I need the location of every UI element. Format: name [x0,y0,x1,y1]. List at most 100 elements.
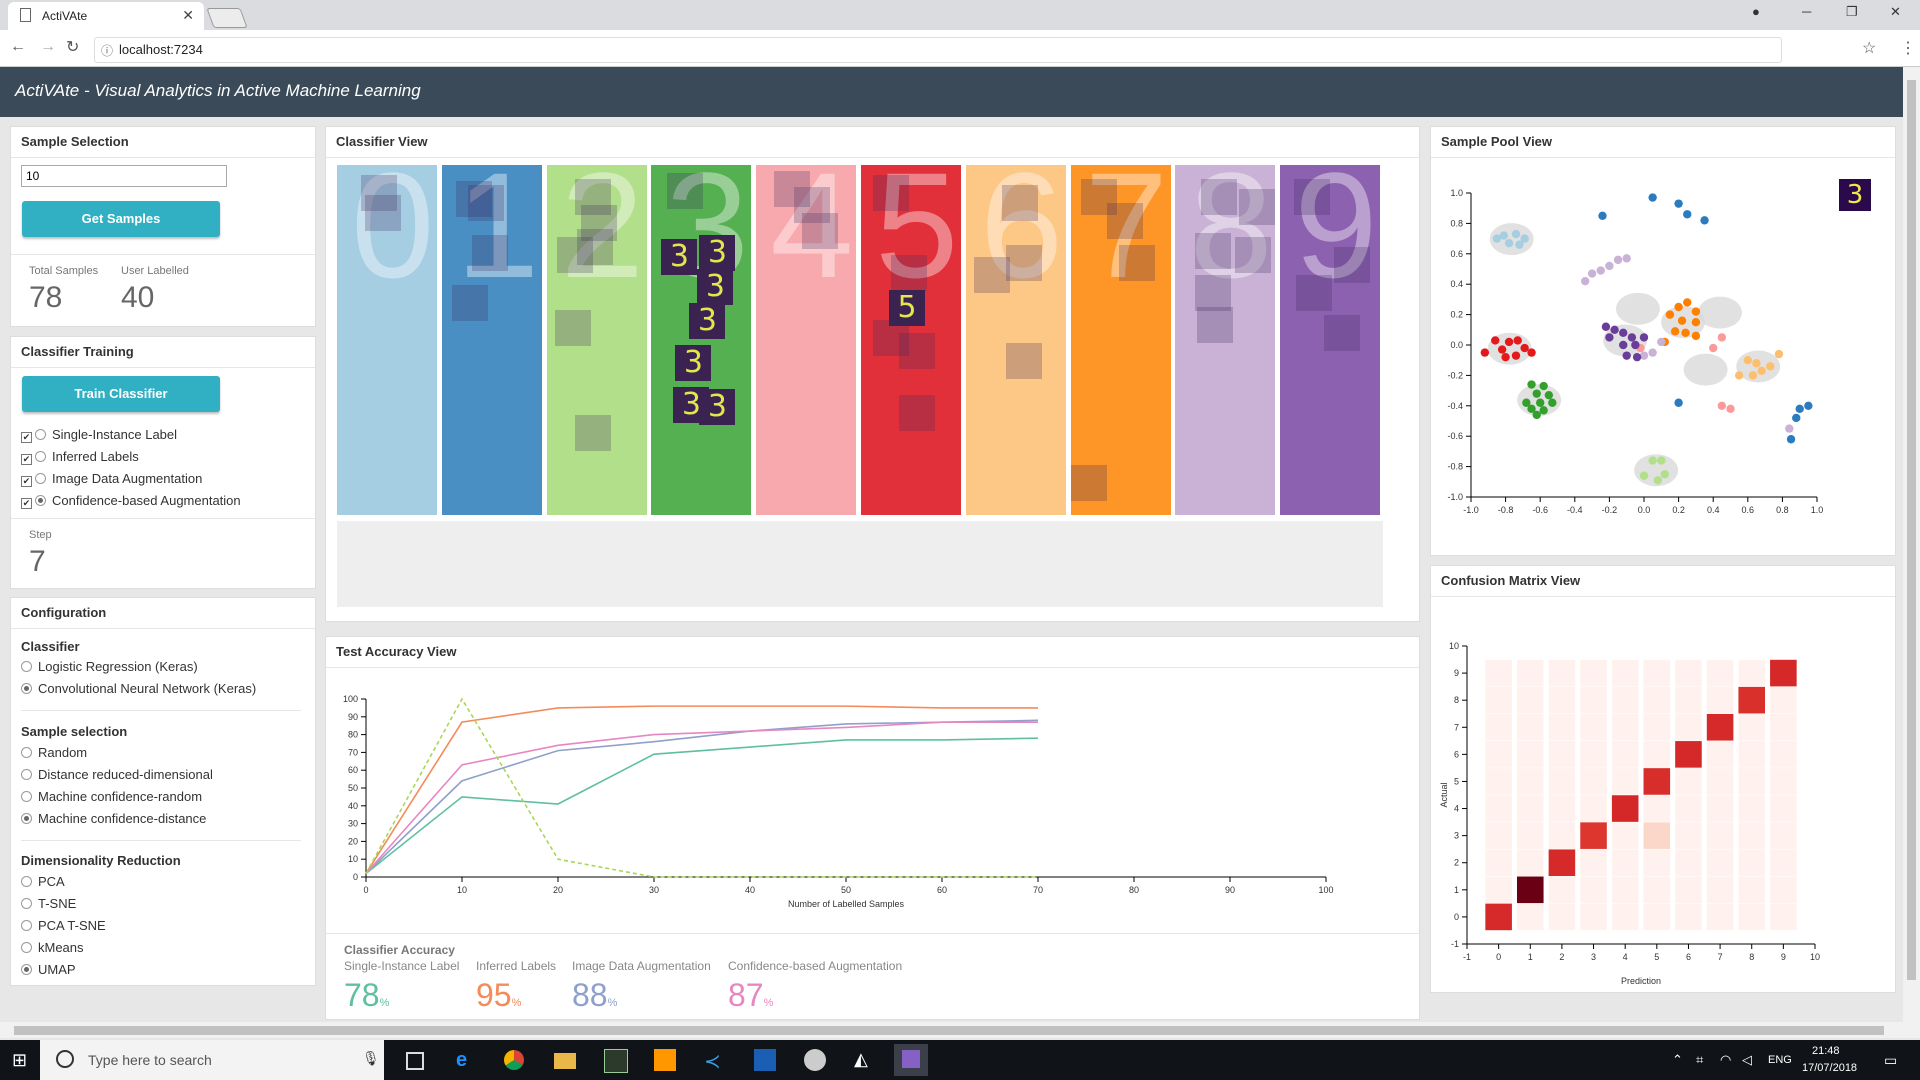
checkbox[interactable]: ✔ [21,454,32,465]
option-image-data-augmentation[interactable]: ✔ Image Data Augmentation [21,471,202,487]
vertical-scroll-thumb[interactable] [1907,80,1916,980]
option-kmeans[interactable]: kMeans [21,940,84,955]
sample-thumbnail[interactable] [973,257,1010,293]
radio-button[interactable] [21,942,32,953]
sample-thumbnail[interactable] [667,173,704,209]
file-explorer-icon[interactable] [554,1053,576,1069]
back-icon[interactable]: ← [10,38,26,56]
close-tab-icon[interactable]: ✕ [182,7,194,24]
sample-thumbnail[interactable]: 3 [697,269,734,305]
class-column-3[interactable]: 33333333 [651,150,752,515]
sample-thumbnail[interactable] [802,213,839,249]
option-convolutional-neural-network-keras[interactable]: Convolutional Neural Network (Keras) [21,681,256,696]
checkbox[interactable]: ✔ [21,432,32,443]
sample-thumbnail[interactable]: 3 [661,239,698,275]
sample-thumbnail[interactable]: 3 [699,235,736,271]
class-column-6[interactable]: 6 [965,150,1066,515]
radio-button[interactable] [35,451,46,462]
reload-icon[interactable]: ↻ [66,37,79,57]
sample-thumbnail[interactable] [1334,247,1371,283]
sample-thumbnail[interactable] [1296,275,1333,311]
radio-button[interactable] [21,898,32,909]
sample-thumbnail[interactable] [1235,237,1272,273]
sample-thumbnail[interactable] [1005,245,1042,281]
option-confidence-based-augmentation[interactable]: ✔ Confidence-based Augmentation [21,493,241,509]
sample-thumbnail[interactable] [574,415,611,451]
clock-time[interactable]: 21:48 [1812,1045,1840,1057]
sample-thumbnail[interactable]: 3 [675,345,712,381]
option-umap[interactable]: UMAP [21,962,76,977]
bookmark-star-icon[interactable]: ☆ [1862,38,1876,58]
sample-thumbnail[interactable] [1005,343,1042,379]
edge-icon[interactable]: e [456,1049,478,1071]
radio-button[interactable] [21,661,32,672]
sample-thumbnail[interactable] [1239,189,1276,225]
sample-thumbnail[interactable] [467,185,504,221]
windows-start-icon[interactable]: ⊞ [12,1050,27,1071]
radio-button[interactable] [21,964,32,975]
sublime-icon[interactable] [654,1049,676,1071]
option-machine-confidence-random[interactable]: Machine confidence-random [21,789,202,804]
sample-thumbnail[interactable] [554,310,591,346]
radio-button[interactable] [35,495,46,506]
sample-thumbnail[interactable] [1070,465,1107,501]
wifi-icon[interactable]: ◠ [1720,1052,1731,1068]
sample-thumbnail[interactable] [1195,233,1232,269]
url-field[interactable]: ⓘ localhost:7234 [94,37,1782,63]
restore-icon[interactable]: ❐ [1846,4,1858,20]
sample-thumbnail[interactable] [899,333,935,369]
class-column-8[interactable]: 8 [1175,150,1276,515]
sample-count-input[interactable] [21,165,227,187]
taskbar-search[interactable]: Type here to search 🎙 [40,1040,384,1080]
option-distance-reduced-dimensional[interactable]: Distance reduced-dimensional [21,767,213,782]
radio-button[interactable] [21,747,32,758]
terminal-icon[interactable] [604,1049,628,1073]
sample-thumbnail[interactable]: 3 [699,389,736,425]
sample-thumbnail[interactable] [1106,203,1143,239]
class-column-9[interactable]: 9 [1280,150,1381,515]
option-machine-confidence-distance[interactable]: Machine confidence-distance [21,811,206,826]
radio-button[interactable] [21,769,32,780]
option-inferred-labels[interactable]: ✔ Inferred Labels [21,449,139,465]
account-icon[interactable]: ● [1752,4,1760,19]
volume-icon[interactable]: ◁ [1742,1052,1752,1068]
train-classifier-button[interactable]: Train Classifier [22,376,220,412]
radio-button[interactable] [21,920,32,931]
sample-pool-scatter[interactable]: -1.0 -0.8 -0.6 -0.4 -0.2 0.0 0.2 0.4 0.6 0.8 1.0 1.… [1431,159,1895,549]
browser-tab[interactable]: ActiVAte ✕ [8,2,204,30]
info-icon[interactable]: ⓘ [101,42,113,59]
sample-thumbnail[interactable] [471,235,508,271]
sample-thumbnail[interactable] [899,395,935,431]
get-samples-button[interactable]: Get Samples [22,201,220,237]
clock-date[interactable]: 17/07/2018 [1802,1062,1857,1074]
visual-studio-icon[interactable] [894,1044,928,1076]
vscode-icon[interactable]: ≺ [704,1049,726,1073]
paint-icon[interactable] [804,1049,826,1071]
menu-icon[interactable]: ⋮ [1900,38,1916,58]
new-tab-button[interactable] [206,8,248,28]
network-icon[interactable]: ⌗ [1696,1052,1703,1068]
option-t-sne[interactable]: T-SNE [21,896,76,911]
task-view-icon[interactable] [406,1052,424,1070]
close-window-icon[interactable]: ✕ [1890,4,1901,20]
sample-thumbnail[interactable] [1118,245,1155,281]
sample-thumbnail[interactable] [1324,315,1361,351]
checkbox[interactable]: ✔ [21,476,32,487]
sample-thumbnail[interactable] [873,175,909,211]
option-single-instance-label[interactable]: ✔ Single-Instance Label [21,427,177,443]
radio-button[interactable] [21,813,32,824]
tray-chevron-icon[interactable]: ⌃ [1672,1052,1683,1068]
class-column-1[interactable]: 1 [441,150,542,515]
sample-thumbnail[interactable]: 3 [689,303,726,339]
chrome-icon[interactable] [504,1050,524,1070]
language-indicator[interactable]: ENG [1768,1054,1792,1066]
radio-button[interactable] [21,876,32,887]
horizontal-scroll-thumb[interactable] [14,1026,1884,1035]
radio-button[interactable] [21,683,32,694]
class-column-2[interactable]: 2 [546,150,647,515]
sample-thumbnail[interactable] [1294,179,1331,215]
sample-thumbnail[interactable] [1201,179,1238,215]
microphone-icon[interactable]: 🎙 [362,1050,380,1067]
unity-icon[interactable]: ◭ [854,1049,876,1071]
forward-icon[interactable]: → [40,38,56,56]
